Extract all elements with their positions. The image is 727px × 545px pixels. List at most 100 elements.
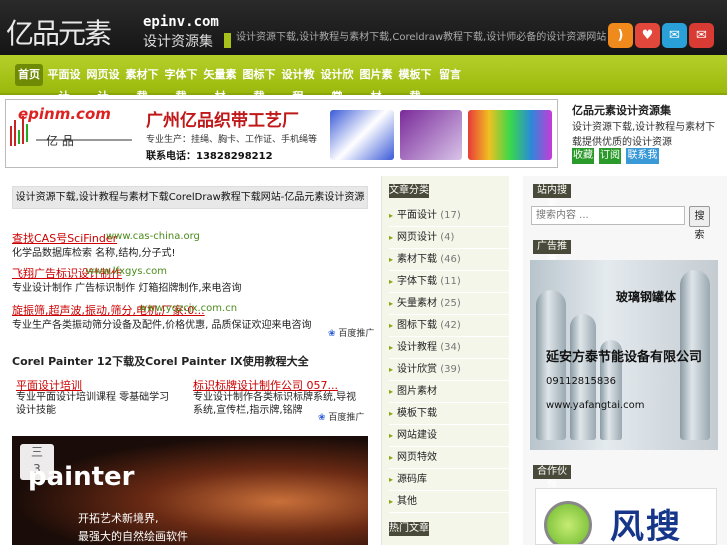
category-item[interactable]: ▸ 图片素材 <box>389 381 509 403</box>
category-count: (25) <box>440 298 461 309</box>
painter-logo: painter <box>28 462 135 492</box>
nav-item-templates[interactable]: 模板下载 <box>398 64 432 103</box>
nav-item-fonts[interactable]: 字体下载 <box>164 64 198 103</box>
category-count: (46) <box>440 254 461 265</box>
bullet-icon: ▸ <box>389 277 394 286</box>
site-slogan: 设计资源下载,设计教程与素材下载,Coreldraw教程下载,设计师必备的设计资… <box>236 32 607 43</box>
nav-item-guestbook[interactable]: 留言 <box>437 64 463 86</box>
promo-title: 亿品元素设计资源集 <box>572 104 671 117</box>
category-name: 源码库 <box>397 474 428 485</box>
contact-button[interactable]: 联系我们 <box>626 148 659 177</box>
bullet-icon: ▸ <box>389 233 394 242</box>
bullet-icon: ▸ <box>389 343 394 352</box>
ad-domain-1[interactable]: www.cas-china.org <box>106 231 200 242</box>
category-item[interactable]: ▸ 网站建设 <box>389 425 509 447</box>
baidu-promo-label[interactable]: ❀ 百度推广 <box>328 326 374 339</box>
category-name: 网页设计 <box>397 232 438 243</box>
category-count: (39) <box>440 364 461 375</box>
category-item[interactable]: ▸ 矢量素材 (25) <box>389 293 509 315</box>
paw-icon: ❀ <box>318 413 326 423</box>
search-input[interactable] <box>531 206 685 225</box>
bookmark-button[interactable]: 收藏 <box>572 148 594 164</box>
logo-subtitle: 设计资源集 <box>143 34 213 50</box>
category-name: 平面设计 <box>397 210 438 221</box>
site-logo[interactable]: 亿品元素 <box>6 12 112 52</box>
category-count: (17) <box>440 210 461 221</box>
banner-title: 广州亿品织带工艺厂 <box>146 111 299 131</box>
ad-desc-2: 专业设计制作 广告标识制作 灯箱招牌制作,来电咨询 <box>12 283 242 294</box>
nav-item-icons[interactable]: 图标下载 <box>242 64 276 103</box>
category-header: 文章分类 <box>389 184 429 198</box>
nav-item-images[interactable]: 图片素材 <box>359 64 393 103</box>
nav-item-showcase[interactable]: 设计欣赏 <box>320 64 354 103</box>
category-name: 素材下载 <box>397 254 438 265</box>
nav-item-graphic[interactable]: 平面设计 <box>47 64 81 103</box>
popular-header: 热门文章 <box>389 522 429 536</box>
badge-product-image <box>400 110 462 160</box>
featured-image[interactable]: 三 3 painter 开拓艺术新境界, 最强大的自然绘画软件 <box>12 436 368 545</box>
category-item[interactable]: ▸ 字体下载 (11) <box>389 271 509 293</box>
mail-icon[interactable]: ✉ <box>689 23 714 48</box>
ad-domain-2[interactable]: www.lfxgys.com <box>86 266 167 277</box>
ad-header: 广告推荐 <box>533 240 571 266</box>
nav-item-web[interactable]: 网页设计 <box>86 64 120 103</box>
banner-phone: 联系电话：13828298212 <box>146 151 273 162</box>
subscribe-button[interactable]: 订阅 <box>599 148 621 164</box>
baidu-promo-label-2[interactable]: ❀ 百度推广 <box>318 410 364 423</box>
favorite-icon[interactable]: ♥ <box>635 23 660 48</box>
tank-ad[interactable]: 玻璃钢罐体 延安方泰节能设备有限公司 09112815836 www.yafan… <box>530 260 718 450</box>
ad-domain-3[interactable]: www.yqzcjx.com.cn <box>139 303 237 314</box>
ad2-desc-1: 专业平面设计培训课程 零基础学习设计技能 <box>16 392 170 416</box>
category-count: (34) <box>440 342 461 353</box>
category-item[interactable]: ▸ 其他 <box>389 491 509 513</box>
bullet-icon: ▸ <box>389 409 394 418</box>
category-item[interactable]: ▸ 素材下载 (46) <box>389 249 509 271</box>
category-item[interactable]: ▸ 网页特效 <box>389 447 509 469</box>
banner-url: epinm.com <box>18 105 111 123</box>
search-button[interactable]: 搜索 <box>689 206 710 241</box>
lanyard-product-image <box>330 110 394 160</box>
nav-item-home[interactable]: 首页 <box>15 64 43 86</box>
tank-ad-phone: 09112815836 <box>546 376 616 387</box>
tank-graphic <box>536 290 566 440</box>
category-name: 图片素材 <box>397 386 438 397</box>
banner-brand: 亿 品 <box>46 134 74 148</box>
bullet-icon: ▸ <box>389 475 394 484</box>
bullet-icon: ▸ <box>389 299 394 308</box>
nav-item-assets[interactable]: 素材下载 <box>125 64 159 103</box>
painter-tagline-2: 最强大的自然绘画软件 <box>78 530 188 543</box>
painter-tagline-1: 开拓艺术新境界, <box>78 512 159 525</box>
category-item[interactable]: ▸ 图标下载 (42) <box>389 315 509 337</box>
bullet-icon: ▸ <box>389 255 394 264</box>
nav-item-vector[interactable]: 矢量素材 <box>203 64 237 103</box>
tank-ad-title: 玻璃钢罐体 <box>616 290 677 304</box>
logo-url: epinv.com <box>143 14 219 30</box>
bullet-icon: ▸ <box>389 453 394 462</box>
ad-desc-1: 化学品数据库检索 名称,结构,分子式! <box>12 248 176 259</box>
tank-ad-company: 延安方泰节能设备有限公司 <box>546 350 703 365</box>
paw-icon: ❀ <box>328 329 336 339</box>
category-item[interactable]: ▸ 模板下载 <box>389 403 509 425</box>
partner-logo[interactable]: 风搜 <box>535 488 717 545</box>
section-title[interactable]: Corel Painter 12下载及Corel Painter IX使用教程大… <box>12 353 309 369</box>
nav-item-tutorials[interactable]: 设计教程 <box>281 64 315 103</box>
banner-products: 专业生产：挂绳、胸卡、工作证、手机绳等 <box>146 135 318 145</box>
category-item[interactable]: ▸ 源码库 <box>389 469 509 491</box>
category-name: 设计欣赏 <box>397 364 438 375</box>
category-item[interactable]: ▸ 设计欣赏 (39) <box>389 359 509 381</box>
banner-ad[interactable]: epinm.com 亿 品 广州亿品织带工艺厂 专业生产：挂绳、胸卡、工作证、手… <box>5 99 558 168</box>
partner-name: 风搜 <box>610 507 682 545</box>
baidu-promo-text: 百度推广 <box>338 329 375 339</box>
category-count: (42) <box>440 320 461 331</box>
bullet-icon: ▸ <box>389 211 394 220</box>
bullet-icon: ▸ <box>389 365 394 374</box>
talk-icon[interactable]: ✉ <box>662 23 687 48</box>
tank-ad-url: www.yafangtai.com <box>546 400 645 411</box>
rss-icon[interactable]: ) <box>608 23 633 48</box>
category-item[interactable]: ▸ 设计教程 (34) <box>389 337 509 359</box>
category-item[interactable]: ▸ 平面设计 (17) <box>389 205 509 227</box>
bullet-icon: ▸ <box>389 497 394 506</box>
main-nav: 首页 平面设计 网页设计 素材下载 字体下载 矢量素材 图标下载 设计教程 设计… <box>0 55 727 103</box>
category-item[interactable]: ▸ 网页设计 (4) <box>389 227 509 249</box>
partner-header: 合作伙伴 <box>533 465 571 491</box>
